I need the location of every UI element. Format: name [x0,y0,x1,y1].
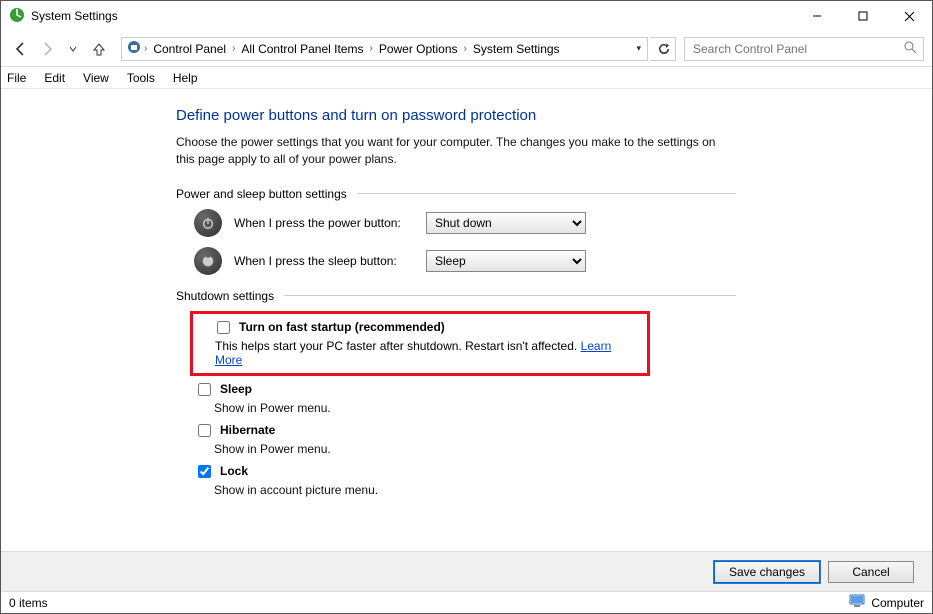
breadcrumb-item[interactable]: System Settings [469,42,564,56]
power-icon [194,209,222,237]
button-bar: Save changes Cancel [1,551,932,591]
lock-checkbox[interactable] [198,465,211,478]
lock-checkbox-desc: Show in account picture menu. [214,483,932,497]
window-title: System Settings [31,9,118,23]
divider [284,295,736,296]
breadcrumb-item[interactable]: All Control Panel Items [237,42,367,56]
chevron-right-icon: › [369,43,372,54]
chevron-right-icon: › [144,43,147,54]
close-button[interactable] [886,1,932,31]
fast-startup-desc: This helps start your PC faster after sh… [215,339,581,353]
computer-icon [849,594,865,611]
title-bar: System Settings [1,1,932,31]
minimize-button[interactable] [794,1,840,31]
search-box[interactable] [684,37,924,61]
sleep-button-label: When I press the sleep button: [234,254,414,268]
lock-checkbox-label: Lock [220,464,248,478]
highlight-box: Turn on fast startup (recommended) This … [190,311,650,376]
hibernate-checkbox[interactable] [198,424,211,437]
chevron-right-icon: › [232,43,235,54]
power-button-label: When I press the power button: [234,216,414,230]
menu-file[interactable]: File [7,71,26,85]
status-item-count: 0 items [9,596,48,610]
fast-startup-label: Turn on fast startup (recommended) [239,320,445,334]
nav-bar: › Control Panel › All Control Panel Item… [1,31,932,67]
hibernate-checkbox-label: Hibernate [220,423,275,437]
save-button[interactable]: Save changes [714,561,820,583]
sleep-checkbox-label: Sleep [220,382,252,396]
menu-bar: File Edit View Tools Help [1,67,932,89]
address-dropdown[interactable]: ▾ [634,43,643,54]
menu-help[interactable]: Help [173,71,198,85]
breadcrumb-item[interactable]: Control Panel [149,42,230,56]
forward-button[interactable] [35,37,59,61]
cancel-button[interactable]: Cancel [828,561,914,583]
divider [357,193,736,194]
menu-tools[interactable]: Tools [127,71,155,85]
maximize-button[interactable] [840,1,886,31]
page-heading: Define power buttons and turn on passwor… [176,107,932,124]
menu-edit[interactable]: Edit [44,71,65,85]
sleep-checkbox[interactable] [198,383,211,396]
content-pane: Define power buttons and turn on passwor… [1,89,932,551]
menu-view[interactable]: View [83,71,109,85]
chevron-right-icon: › [464,43,467,54]
section-power-sleep: Power and sleep button settings [176,187,347,201]
location-icon [126,39,142,58]
back-button[interactable] [9,37,33,61]
sleep-checkbox-desc: Show in Power menu. [214,401,932,415]
fast-startup-checkbox[interactable] [217,321,230,334]
sleep-icon [194,247,222,275]
power-button-select[interactable]: Shut down [426,212,586,234]
recent-dropdown[interactable] [61,37,85,61]
page-intro: Choose the power settings that you want … [176,134,736,169]
sleep-button-select[interactable]: Sleep [426,250,586,272]
hibernate-checkbox-desc: Show in Power menu. [214,442,932,456]
up-button[interactable] [87,37,111,61]
section-shutdown: Shutdown settings [176,289,274,303]
breadcrumb-item[interactable]: Power Options [375,42,462,56]
app-icon [9,7,25,26]
search-icon [904,41,917,57]
status-bar: 0 items Computer [1,591,932,613]
status-computer-label: Computer [871,596,924,610]
search-input[interactable] [691,41,904,57]
refresh-button[interactable] [650,37,676,61]
address-bar[interactable]: › Control Panel › All Control Panel Item… [121,37,648,61]
